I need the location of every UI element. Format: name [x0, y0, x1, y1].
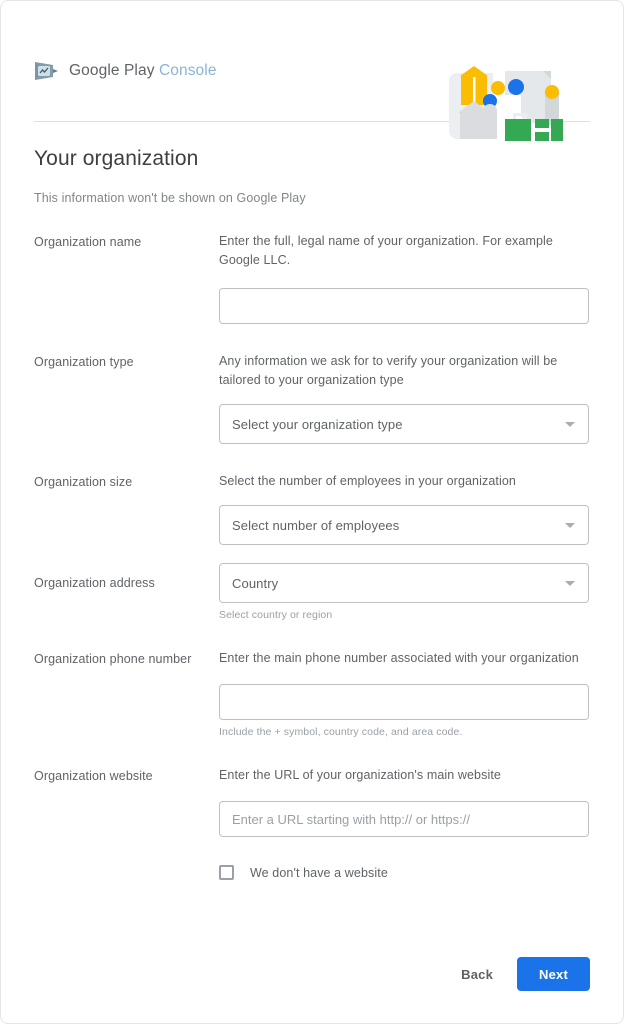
page-subtitle: This information won't be shown on Googl…: [34, 191, 306, 205]
brand-lockup: Google Play Console: [34, 60, 217, 82]
no-website-checkbox[interactable]: [219, 865, 234, 880]
row-body-organization-phone: Enter the main phone number associated w…: [219, 649, 590, 738]
organization-phone-input[interactable]: [219, 684, 589, 720]
organization-website-input[interactable]: [219, 801, 589, 837]
row-label-organization-name: Organization name: [34, 235, 142, 249]
row-label-organization-address: Organization address: [34, 576, 155, 590]
row-description-organization-name: Enter the full, legal name of your organ…: [219, 234, 553, 267]
organization-form-page: Google Play Console Your organization Th…: [0, 0, 624, 1024]
form-actions: Back Next: [449, 957, 590, 991]
no-website-checkbox-row: We don't have a website: [219, 865, 590, 880]
organization-buildings-illustration: [449, 28, 595, 141]
brand-name: Google Play Console: [69, 62, 217, 80]
row-body-organization-address: Country Select country or region: [219, 563, 590, 621]
row-body-organization-name: Enter the full, legal name of your organ…: [219, 232, 590, 324]
organization-size-select[interactable]: Select number of employees: [219, 505, 589, 545]
row-spacer: [34, 324, 590, 352]
form-row-organization-address: Organization address Country Select coun…: [34, 563, 590, 621]
back-button[interactable]: Back: [449, 958, 505, 991]
organization-type-select[interactable]: Select your organization type: [219, 404, 589, 444]
form-row-organization-website: Organization website Enter the URL of yo…: [34, 766, 590, 880]
row-label-organization-website: Organization website: [34, 769, 153, 783]
brand-name-primary: Google Play: [69, 62, 155, 79]
row-hint-organization-address: Select country or region: [219, 609, 333, 621]
row-description-organization-website: Enter the URL of your organization's mai…: [219, 768, 501, 782]
form-row-organization-phone: Organization phone number Enter the main…: [34, 649, 590, 738]
organization-country-select-value: Country: [232, 575, 279, 591]
organization-country-select[interactable]: Country: [219, 563, 589, 603]
row-hint-organization-phone: Include the + symbol, country code, and …: [219, 726, 463, 738]
row-description-organization-phone: Enter the main phone number associated w…: [219, 651, 579, 665]
google-play-console-logo-icon: [34, 60, 60, 82]
organization-size-select-wrap: Select number of employees: [219, 505, 589, 545]
organization-type-select-wrap: Select your organization type: [219, 404, 589, 444]
row-spacer: [34, 545, 590, 563]
organization-country-select-wrap: Country: [219, 563, 589, 603]
organization-name-input[interactable]: [219, 288, 589, 324]
row-label-organization-phone: Organization phone number: [34, 652, 192, 666]
organization-size-select-value: Select number of employees: [232, 517, 400, 533]
organization-type-select-value: Select your organization type: [232, 416, 403, 432]
form-row-organization-type: Organization type Any information we ask…: [34, 352, 590, 444]
row-spacer: [34, 738, 590, 766]
row-body-organization-website: Enter the URL of your organization's mai…: [219, 766, 590, 880]
row-description-organization-type: Any information we ask for to verify you…: [219, 354, 558, 387]
row-spacer: [34, 621, 590, 649]
organization-form: Organization name Enter the full, legal …: [1, 232, 623, 880]
row-label-organization-size: Organization size: [34, 475, 133, 489]
row-body-organization-size: Select the number of employees in your o…: [219, 472, 590, 545]
row-label-organization-type: Organization type: [34, 355, 134, 369]
form-row-organization-name: Organization name Enter the full, legal …: [34, 232, 590, 324]
page-header: Google Play Console: [1, 1, 623, 141]
next-button[interactable]: Next: [517, 957, 590, 991]
row-description-organization-size: Select the number of employees in your o…: [219, 474, 516, 488]
form-row-organization-size: Organization size Select the number of e…: [34, 472, 590, 545]
no-website-checkbox-label: We don't have a website: [250, 865, 388, 880]
row-spacer: [34, 444, 590, 472]
row-body-organization-type: Any information we ask for to verify you…: [219, 352, 590, 444]
page-title: Your organization: [34, 147, 199, 170]
brand-name-secondary: Console: [158, 62, 217, 79]
